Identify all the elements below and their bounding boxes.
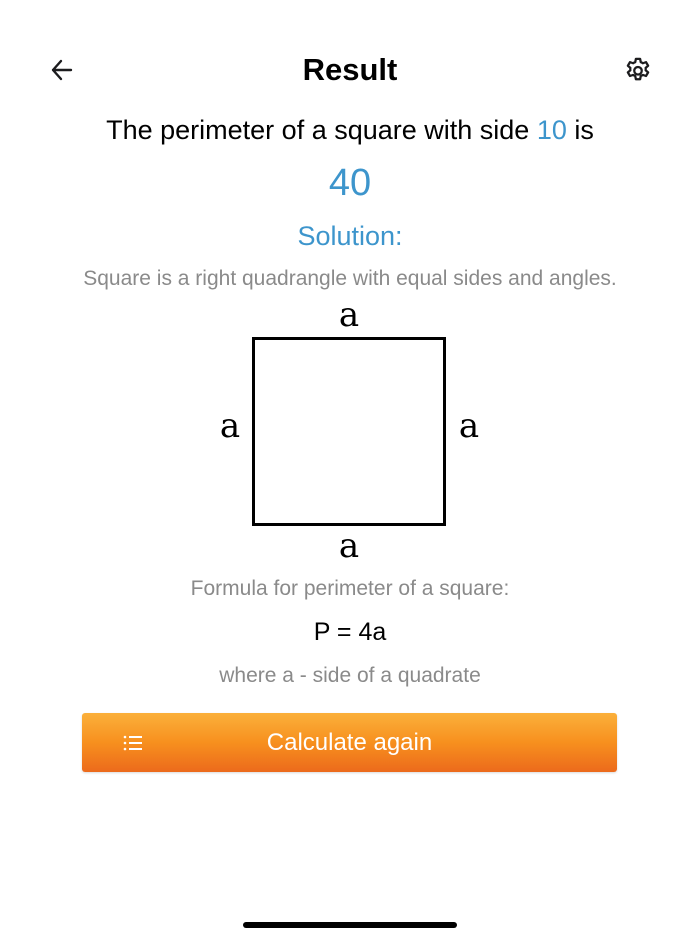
header-bar: Result [0, 40, 700, 100]
calculate-again-button[interactable]: Calculate again [82, 713, 617, 772]
result-sentence-suffix: is [566, 115, 594, 145]
result-sentence: The perimeter of a square with side 10 i… [0, 112, 700, 148]
solution-heading: Solution: [297, 221, 403, 251]
formula-note: where a - side of a quadrate [219, 664, 481, 687]
page-title: Result [302, 52, 398, 87]
side-label-right: a [459, 406, 479, 446]
perimeter-formula: P = 4a [313, 618, 387, 646]
home-indicator [243, 922, 457, 928]
side-label-bottom: a [339, 526, 359, 566]
square-diagram: a a a a [220, 295, 479, 566]
square-shape [252, 337, 446, 526]
settings-button[interactable] [620, 52, 656, 88]
square-definition: Square is a right quadrangle with equal … [83, 267, 617, 290]
side-value: 10 [536, 115, 567, 145]
gear-icon [626, 57, 650, 81]
side-label-left: a [220, 406, 240, 446]
result-value: 40 [328, 162, 372, 204]
result-sentence-prefix: The perimeter of a square with side [106, 115, 537, 145]
side-label-top: a [339, 295, 359, 335]
calculate-again-label: Calculate again [266, 729, 433, 756]
formula-label: Formula for perimeter of a square: [190, 577, 510, 600]
